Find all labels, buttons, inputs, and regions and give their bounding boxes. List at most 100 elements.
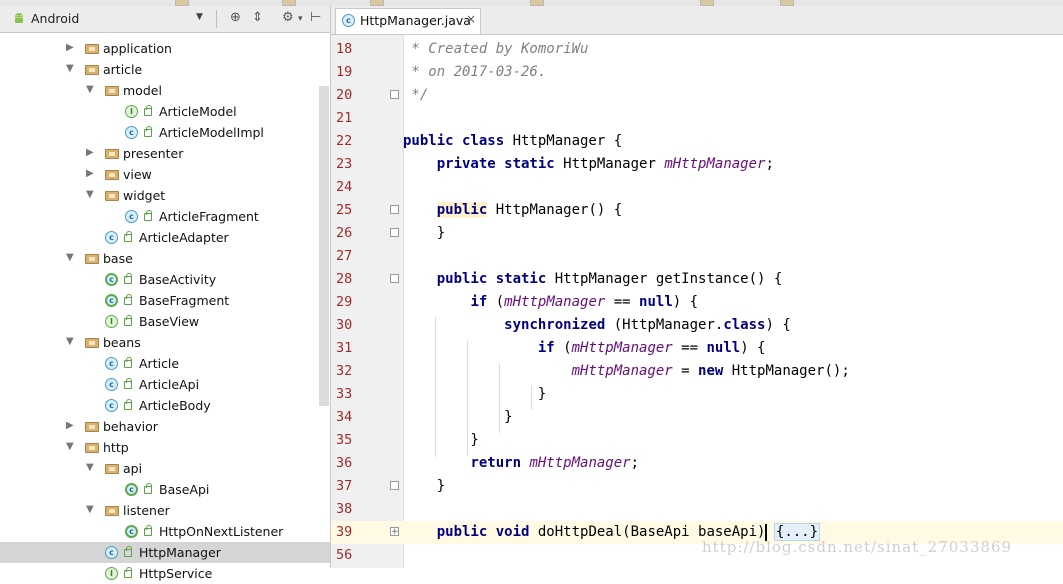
gear-icon[interactable]: ⚙ [282, 10, 294, 25]
code-line[interactable]: 20 */ [331, 84, 1063, 107]
class-icon: c [125, 126, 138, 139]
chevron-down-icon[interactable]: ▼ [86, 84, 94, 95]
chevron-right-icon[interactable]: ▶ [86, 168, 94, 179]
tree-item-article[interactable]: c Article [0, 353, 330, 374]
indent-guide [435, 317, 436, 457]
chevron-right-icon[interactable]: ▶ [66, 42, 74, 53]
fold-icon[interactable] [390, 228, 399, 237]
chevron-down-icon[interactable]: ▼ [196, 12, 203, 22]
tree-folder-http[interactable]: ▼ http [0, 437, 330, 458]
code-line[interactable]: 23 private static HttpManager mHttpManag… [331, 153, 1063, 176]
line-number: 56 [336, 547, 353, 563]
tree-item-articlefragment[interactable]: c ArticleFragment [0, 206, 330, 227]
tree-folder-model[interactable]: ▼ model [0, 80, 330, 101]
close-icon[interactable]: × [466, 12, 476, 26]
fold-icon[interactable] [390, 274, 399, 283]
tree-folder-presenter[interactable]: ▶ presenter [0, 143, 330, 164]
tree-item-label: HttpService [139, 566, 213, 581]
code-line[interactable]: 33 } [331, 383, 1063, 406]
tree-folder-application[interactable]: ▶ application [0, 38, 330, 59]
code-line[interactable]: 38 [331, 498, 1063, 521]
tree-folder-behavior[interactable]: ▶ behavior [0, 416, 330, 437]
collapse-all-icon[interactable]: ⇕ [252, 10, 263, 25]
android-icon [15, 13, 23, 23]
code-line[interactable]: 22 public class HttpManager { [331, 130, 1063, 153]
tree-folder-article[interactable]: ▼ article [0, 59, 330, 80]
code-line[interactable]: 32 mHttpManager = new HttpManager(); [331, 360, 1063, 383]
tree-folder-beans[interactable]: ▼ beans [0, 332, 330, 353]
scrollbar[interactable] [319, 86, 329, 406]
code-line[interactable]: 37 } [331, 475, 1063, 498]
code-line[interactable]: 19 * on 2017-03-26. [331, 61, 1063, 84]
tree-item-baseview[interactable]: I BaseView [0, 311, 330, 332]
tree-item-httpmanager[interactable]: c HttpManager [0, 542, 330, 563]
code-line[interactable]: 36 return mHttpManager; [331, 452, 1063, 475]
tree-item-httponnextlistener[interactable]: c HttpOnNextListener [0, 521, 330, 542]
tree-item-articleapi[interactable]: c ArticleApi [0, 374, 330, 395]
line-number: 38 [336, 501, 353, 517]
gear-dropdown-icon[interactable]: ▾ [298, 14, 303, 24]
chevron-right-icon[interactable]: ▶ [66, 420, 74, 431]
lock-icon [124, 273, 132, 284]
lock-icon [124, 378, 132, 389]
code-line[interactable]: 30 synchronized (HttpManager.class) { [331, 314, 1063, 337]
tab-httpmanager[interactable]: c HttpManager.java × [335, 8, 481, 34]
code-token: } [403, 409, 513, 425]
expand-fold-icon[interactable] [390, 521, 399, 544]
code-line[interactable]: 27 [331, 245, 1063, 268]
code-token: mHttpManager [529, 455, 631, 471]
scroll-from-source-icon[interactable]: ⊕ [230, 10, 241, 25]
code-line[interactable]: 18 * Created by KomoriWu [331, 38, 1063, 61]
code-line[interactable]: 31 if (mHttpManager == null) { [331, 337, 1063, 360]
tree-item-basefragment[interactable]: c BaseFragment [0, 290, 330, 311]
code-line[interactable]: 29 if (mHttpManager == null) { [331, 291, 1063, 314]
code-line[interactable]: 28 public static HttpManager getInstance… [331, 268, 1063, 291]
tree-item-articlemodel[interactable]: I ArticleModel [0, 101, 330, 122]
tree-folder-widget[interactable]: ▼ widget [0, 185, 330, 206]
tree-item-baseapi[interactable]: c BaseApi [0, 479, 330, 500]
class-icon: c [342, 14, 355, 27]
code-token: = [672, 363, 699, 379]
code-line[interactable]: 26 } [331, 222, 1063, 245]
tree-folder-view[interactable]: ▶ view [0, 164, 330, 185]
hide-panel-icon[interactable]: ⊢ [310, 10, 321, 25]
tree-item-label: ArticleBody [139, 398, 211, 413]
code-line[interactable]: 35 } [331, 429, 1063, 452]
tree-folder-listener[interactable]: ▼ listener [0, 500, 330, 521]
tree-folder-api[interactable]: ▼ api [0, 458, 330, 479]
code-line[interactable]: 25 public HttpManager() { [331, 199, 1063, 222]
chevron-down-icon[interactable]: ▼ [86, 189, 94, 200]
fold-icon[interactable] [390, 205, 399, 214]
code-text: return mHttpManager; [403, 452, 639, 475]
chevron-down-icon[interactable]: ▼ [66, 441, 74, 452]
code-token: null [706, 340, 741, 356]
code-line[interactable]: 24 [331, 176, 1063, 199]
chevron-down-icon[interactable]: ▼ [66, 252, 74, 263]
fold-icon[interactable] [390, 481, 399, 490]
tree-item-articleadapter[interactable]: c ArticleAdapter [0, 227, 330, 248]
chevron-right-icon[interactable]: ▶ [86, 147, 94, 158]
code-line[interactable]: 21 [331, 107, 1063, 130]
tree-item-articlebody[interactable]: c ArticleBody [0, 395, 330, 416]
fold-icon[interactable] [390, 90, 399, 99]
tree-item-baseactivity[interactable]: c BaseActivity [0, 269, 330, 290]
tree-item-articlemodelimpl[interactable]: c ArticleModelImpl [0, 122, 330, 143]
tree-item-label: api [123, 461, 143, 476]
chevron-down-icon[interactable]: ▼ [86, 504, 94, 515]
tree-folder-base[interactable]: ▼ base [0, 248, 330, 269]
chevron-down-icon[interactable]: ▼ [66, 336, 74, 347]
class-icon: c [105, 378, 118, 391]
chevron-down-icon[interactable]: ▼ [86, 462, 94, 473]
tree-item-httpservice[interactable]: I HttpService [0, 563, 330, 584]
toolbar-separator [216, 10, 217, 28]
tab-label: HttpManager.java [360, 13, 471, 28]
chevron-down-icon[interactable]: ▼ [66, 63, 74, 74]
code-editor[interactable]: 18 * Created by KomoriWu 19 * on 2017-03-… [331, 35, 1063, 568]
code-token: ) { [740, 340, 766, 356]
code-text: synchronized (HttpManager.class) { [403, 314, 791, 337]
project-view-selector[interactable]: Android [31, 11, 79, 26]
line-number: 19 [336, 64, 353, 80]
code-line[interactable]: 34 } [331, 406, 1063, 429]
